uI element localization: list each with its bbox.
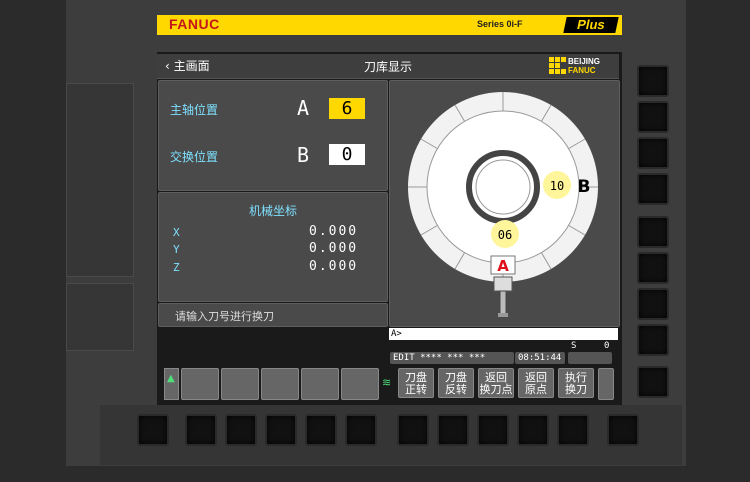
tool-b-number: 10 [550, 179, 564, 193]
axis-z-value: 0.000 [309, 259, 359, 274]
left-side-panel [66, 83, 134, 277]
axis-y-value: 0.000 [309, 241, 359, 256]
bottom-key-10[interactable] [517, 414, 549, 446]
pos-a-marker: A [497, 257, 509, 275]
tool-a-number: 06 [498, 228, 512, 242]
spindle-s-label: S [571, 341, 577, 351]
softkey-blank-2[interactable] [221, 368, 259, 400]
machine-coord-title: 机械坐标 [248, 204, 297, 218]
softkey-blank-5[interactable] [341, 368, 379, 400]
exchange-position-label: 交换位置 [170, 150, 219, 164]
bottom-key-2[interactable] [185, 414, 217, 446]
vertical-key-2[interactable] [637, 101, 669, 133]
bottom-key-12[interactable] [607, 414, 639, 446]
exchange-pos-letter: B [297, 143, 310, 167]
vertical-key-1[interactable] [637, 65, 669, 97]
message-text: 请输入刀号进行换刀 [175, 310, 274, 323]
axis-z-label: Z [173, 261, 180, 274]
input-prompt: A> [391, 329, 402, 339]
spindle-s-value: 0 [604, 341, 610, 351]
bottom-key-1[interactable] [137, 414, 169, 446]
vertical-key-5[interactable] [637, 216, 669, 248]
bottom-key-3[interactable] [225, 414, 257, 446]
spindle-pos-letter: A [297, 96, 310, 120]
softkey-blank-1[interactable] [181, 368, 219, 400]
vertical-key-9[interactable] [637, 366, 669, 398]
softkey-right[interactable] [598, 368, 614, 400]
softkey-blank-4[interactable] [301, 368, 339, 400]
vertical-key-6[interactable] [637, 252, 669, 284]
bottom-key-5[interactable] [305, 414, 337, 446]
exchange-tool-value: 0 [329, 144, 365, 165]
plus-badge: Plus [563, 17, 619, 33]
up-arrow-icon: ▲ [167, 373, 175, 384]
tool-magazine-graphic: 10 B 06 A [408, 92, 598, 318]
bottom-key-11[interactable] [557, 414, 589, 446]
axis-y-label: Y [173, 243, 180, 256]
magazine-panel: 10 B 06 A [389, 80, 620, 327]
softkey-blank-3[interactable] [261, 368, 299, 400]
softkey-magazine-reverse[interactable]: 刀盘 反转 [438, 368, 474, 398]
clock-box: 08:51:44 [515, 352, 565, 364]
softkey-left-arrow[interactable]: ▲ [164, 368, 179, 400]
clock-text: 08:51:44 [518, 353, 562, 363]
screen-header: ‹ 主画面 刀库显示 BEIJING FANUC [157, 54, 619, 79]
brand-bar: FANUC Series 0i-F Plus [157, 15, 622, 35]
left-side-panel-lower [66, 283, 134, 351]
input-line[interactable]: A> [389, 328, 618, 340]
mode-text: EDIT **** *** *** [393, 353, 486, 363]
spindle-tool-value: 6 [329, 98, 365, 119]
bottom-key-8[interactable] [437, 414, 469, 446]
softkey-return-change-point[interactable]: 返回 换刀点 [478, 368, 514, 398]
softkey-magazine-forward[interactable]: 刀盘 正转 [398, 368, 434, 398]
status-extra [568, 352, 612, 364]
bottom-key-9[interactable] [477, 414, 509, 446]
series-label: Series 0i-F [477, 19, 523, 29]
bottom-key-6[interactable] [345, 414, 377, 446]
softkey-execute-change[interactable]: 执行 换刀 [558, 368, 594, 398]
fanuc-logo: FANUC [169, 16, 220, 32]
bottom-key-4[interactable] [265, 414, 297, 446]
position-panel: 主轴位置 A 6 交换位置 B 0 [158, 80, 388, 191]
spindle-position-label: 主轴位置 [170, 103, 219, 117]
vertical-key-4[interactable] [637, 173, 669, 205]
bottom-key-7[interactable] [397, 414, 429, 446]
mode-status: EDIT **** *** *** [390, 352, 514, 364]
axis-x-value: 0.000 [309, 224, 359, 239]
beijing-fanuc-logo: BEIJING FANUC [549, 57, 615, 76]
layer-switch-icon[interactable]: ≋ [382, 376, 391, 389]
vertical-key-7[interactable] [637, 288, 669, 320]
softkey-return-origin[interactable]: 返回 原点 [518, 368, 554, 398]
axis-x-label: X [173, 226, 180, 239]
pos-b-marker: B [578, 177, 591, 197]
vertical-key-3[interactable] [637, 137, 669, 169]
machine-coord-panel: 机械坐标 X 0.000 Y 0.000 Z 0.000 [158, 192, 388, 302]
vertical-key-8[interactable] [637, 324, 669, 356]
